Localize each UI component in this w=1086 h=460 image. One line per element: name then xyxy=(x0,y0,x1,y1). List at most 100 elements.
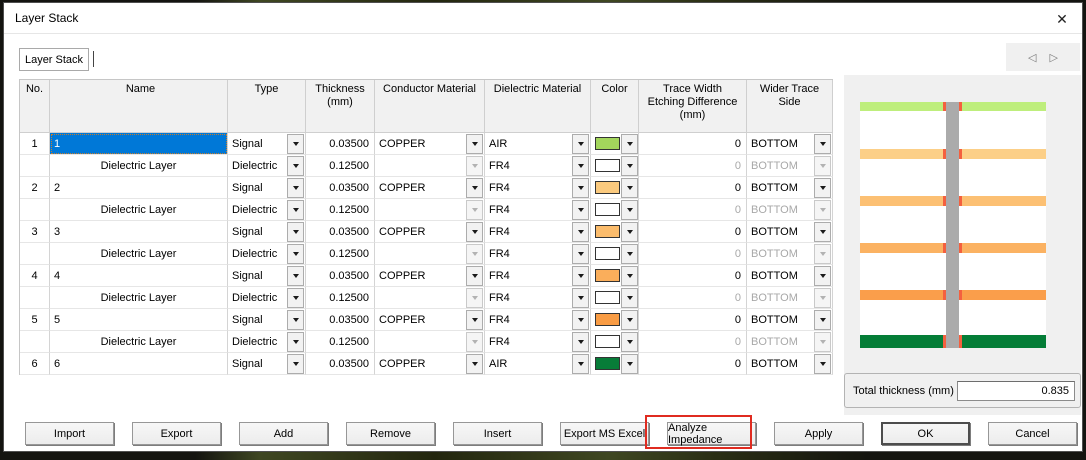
export-ms-excel-button[interactable]: Export MS Excel xyxy=(560,422,649,445)
color-dropdown-button[interactable] xyxy=(621,178,638,198)
type-dropdown-button[interactable] xyxy=(287,178,304,198)
thickness-cell[interactable]: 0.03500 xyxy=(306,309,375,331)
color-dropdown-button[interactable] xyxy=(621,244,638,264)
conductor-dropdown-button[interactable] xyxy=(466,156,483,176)
dielectric-dropdown-button[interactable] xyxy=(572,288,589,308)
type-dropdown-button[interactable] xyxy=(287,244,304,264)
layer-name-cell[interactable]: 3 xyxy=(50,221,228,243)
etch-difference-cell[interactable]: 0 xyxy=(639,309,747,331)
side-dropdown-button[interactable] xyxy=(814,200,831,220)
thickness-cell[interactable]: 0.03500 xyxy=(306,221,375,243)
etch-difference-cell[interactable]: 0 xyxy=(639,221,747,243)
dielectric-dropdown-button[interactable] xyxy=(572,354,589,374)
layer-color-swatch[interactable] xyxy=(595,159,620,172)
side-dropdown-button[interactable] xyxy=(814,288,831,308)
analyze-impedance-button[interactable]: Analyze Impedance xyxy=(667,422,756,445)
layer-color-swatch[interactable] xyxy=(595,137,620,150)
side-dropdown-button[interactable] xyxy=(814,310,831,330)
layer-name-cell[interactable]: 4 xyxy=(50,265,228,287)
type-dropdown-button[interactable] xyxy=(287,266,304,286)
export-button[interactable]: Export xyxy=(132,422,221,445)
thickness-cell[interactable]: 0.12500 xyxy=(306,331,375,353)
type-dropdown-button[interactable] xyxy=(287,288,304,308)
dielectric-dropdown-button[interactable] xyxy=(572,310,589,330)
dielectric-dropdown-button[interactable] xyxy=(572,200,589,220)
dielectric-dropdown-button[interactable] xyxy=(572,134,589,154)
tab-layer-stack[interactable]: Layer Stack xyxy=(19,48,89,71)
thickness-cell[interactable]: 0.12500 xyxy=(306,199,375,221)
cancel-button[interactable]: Cancel xyxy=(988,422,1077,445)
etch-difference-cell[interactable]: 0 xyxy=(639,287,747,309)
layer-name-cell[interactable]: Dielectric Layer xyxy=(50,155,228,177)
conductor-dropdown-button[interactable] xyxy=(466,134,483,154)
thickness-cell[interactable]: 0.12500 xyxy=(306,287,375,309)
type-dropdown-button[interactable] xyxy=(287,354,304,374)
color-dropdown-button[interactable] xyxy=(621,310,638,330)
type-dropdown-button[interactable] xyxy=(287,310,304,330)
layer-name-cell[interactable]: Dielectric Layer xyxy=(50,331,228,353)
type-dropdown-button[interactable] xyxy=(287,134,304,154)
layer-color-swatch[interactable] xyxy=(595,291,620,304)
type-dropdown-button[interactable] xyxy=(287,156,304,176)
thickness-cell[interactable]: 0.03500 xyxy=(306,177,375,199)
layer-color-swatch[interactable] xyxy=(595,335,620,348)
etch-difference-cell[interactable]: 0 xyxy=(639,177,747,199)
etch-difference-cell[interactable]: 0 xyxy=(639,265,747,287)
layer-color-swatch[interactable] xyxy=(595,203,620,216)
color-dropdown-button[interactable] xyxy=(621,134,638,154)
layer-color-swatch[interactable] xyxy=(595,357,620,370)
layer-name-cell[interactable]: 5 xyxy=(50,309,228,331)
tab-prev-icon[interactable]: ◁ xyxy=(1028,51,1036,64)
dielectric-dropdown-button[interactable] xyxy=(572,266,589,286)
color-dropdown-button[interactable] xyxy=(621,222,638,242)
conductor-dropdown-button[interactable] xyxy=(466,332,483,352)
side-dropdown-button[interactable] xyxy=(814,222,831,242)
close-icon[interactable]: ✕ xyxy=(1052,9,1072,29)
layer-name-cell[interactable]: Dielectric Layer xyxy=(50,287,228,309)
layer-name-cell[interactable]: Dielectric Layer xyxy=(50,199,228,221)
remove-button[interactable]: Remove xyxy=(346,422,435,445)
side-dropdown-button[interactable] xyxy=(814,244,831,264)
side-dropdown-button[interactable] xyxy=(814,332,831,352)
etch-difference-cell[interactable]: 0 xyxy=(639,353,747,375)
side-dropdown-button[interactable] xyxy=(814,178,831,198)
thickness-cell[interactable]: 0.03500 xyxy=(306,265,375,287)
etch-difference-cell[interactable]: 0 xyxy=(639,243,747,265)
conductor-dropdown-button[interactable] xyxy=(466,354,483,374)
thickness-cell[interactable]: 0.03500 xyxy=(306,133,375,155)
conductor-dropdown-button[interactable] xyxy=(466,222,483,242)
thickness-cell[interactable]: 0.12500 xyxy=(306,155,375,177)
layer-name-cell[interactable]: Dielectric Layer xyxy=(50,243,228,265)
layer-name-cell[interactable]: 2 xyxy=(50,177,228,199)
tab-next-icon[interactable]: ▷ xyxy=(1050,51,1058,64)
ok-button[interactable]: OK xyxy=(881,422,970,445)
side-dropdown-button[interactable] xyxy=(814,266,831,286)
layer-name-cell[interactable]: 1 xyxy=(50,133,228,155)
dielectric-dropdown-button[interactable] xyxy=(572,156,589,176)
conductor-dropdown-button[interactable] xyxy=(466,200,483,220)
dielectric-dropdown-button[interactable] xyxy=(572,178,589,198)
add-button[interactable]: Add xyxy=(239,422,328,445)
layer-name-cell[interactable]: 6 xyxy=(50,353,228,375)
color-dropdown-button[interactable] xyxy=(621,266,638,286)
color-dropdown-button[interactable] xyxy=(621,156,638,176)
conductor-dropdown-button[interactable] xyxy=(466,266,483,286)
side-dropdown-button[interactable] xyxy=(814,134,831,154)
layer-color-swatch[interactable] xyxy=(595,313,620,326)
conductor-dropdown-button[interactable] xyxy=(466,244,483,264)
side-dropdown-button[interactable] xyxy=(814,156,831,176)
conductor-dropdown-button[interactable] xyxy=(466,178,483,198)
conductor-dropdown-button[interactable] xyxy=(466,310,483,330)
layer-color-swatch[interactable] xyxy=(595,247,620,260)
color-dropdown-button[interactable] xyxy=(621,200,638,220)
dielectric-dropdown-button[interactable] xyxy=(572,244,589,264)
side-dropdown-button[interactable] xyxy=(814,354,831,374)
type-dropdown-button[interactable] xyxy=(287,332,304,352)
layer-color-swatch[interactable] xyxy=(595,269,620,282)
color-dropdown-button[interactable] xyxy=(621,332,638,352)
type-dropdown-button[interactable] xyxy=(287,200,304,220)
layer-color-swatch[interactable] xyxy=(595,181,620,194)
dielectric-dropdown-button[interactable] xyxy=(572,332,589,352)
etch-difference-cell[interactable]: 0 xyxy=(639,133,747,155)
insert-button[interactable]: Insert xyxy=(453,422,542,445)
